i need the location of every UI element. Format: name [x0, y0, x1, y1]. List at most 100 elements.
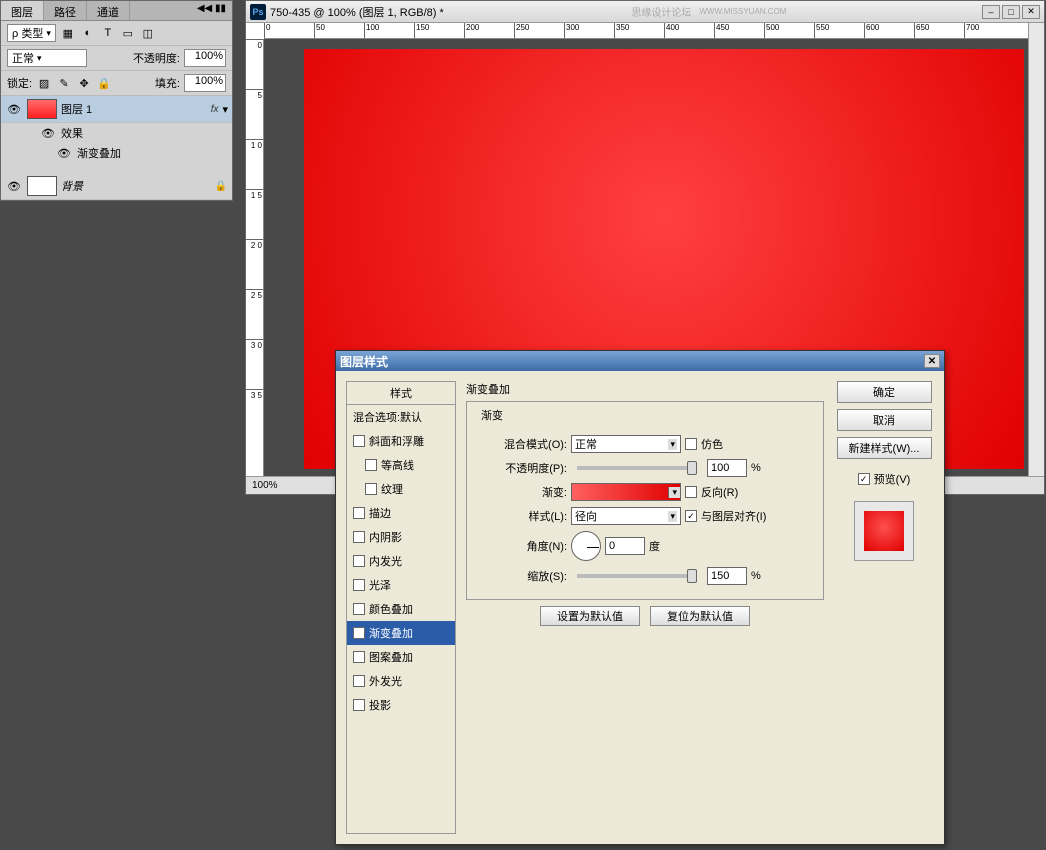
ruler-horizontal[interactable]: 0501001502002503003504004505005506006507… [264, 23, 1028, 39]
cancel-button[interactable]: 取消 [837, 409, 932, 431]
dialog-title-text: 图层样式 [340, 353, 388, 370]
style-pattern-overlay[interactable]: 图案叠加 [347, 645, 455, 669]
ruler-vertical[interactable]: 051 01 52 02 53 03 5 [246, 39, 264, 476]
checkbox[interactable] [353, 675, 365, 687]
scrollbar-vertical[interactable] [1028, 23, 1044, 476]
checkbox[interactable]: ✓ [353, 627, 365, 639]
panel-collapse-icon[interactable]: ◀◀ ▮▮ [191, 1, 232, 20]
layer-item-1[interactable]: 👁 图层 1 fx ▾ [1, 96, 232, 123]
tab-channels[interactable]: 通道 [87, 1, 130, 20]
opacity-input[interactable] [707, 459, 747, 477]
gradient-picker[interactable] [571, 483, 681, 501]
layer-name[interactable]: 背景 [61, 178, 214, 194]
style-inner-glow[interactable]: 内发光 [347, 549, 455, 573]
checkbox[interactable] [353, 603, 365, 615]
ruler-tick: 600 [864, 23, 914, 38]
style-color-overlay[interactable]: 颜色叠加 [347, 597, 455, 621]
blend-mode-dropdown[interactable]: 正常 [7, 49, 87, 67]
blend-mode-select[interactable]: 正常 [571, 435, 681, 453]
effect-name: 渐变叠加 [77, 145, 121, 161]
visibility-eye-icon[interactable]: 👁 [5, 180, 23, 193]
checkbox[interactable] [365, 483, 377, 495]
filter-image-icon[interactable]: ▦ [60, 25, 76, 41]
style-contour[interactable]: 等高线 [347, 453, 455, 477]
checkbox[interactable] [365, 459, 377, 471]
scale-input[interactable] [707, 567, 747, 585]
style-drop-shadow[interactable]: 投影 [347, 693, 455, 717]
align-label: 与图层对齐(I) [701, 508, 766, 524]
angle-input[interactable] [605, 537, 645, 555]
set-default-button[interactable]: 设置为默认值 [540, 606, 640, 626]
filter-smart-icon[interactable]: ◫ [140, 25, 156, 41]
slider-thumb[interactable] [687, 569, 697, 583]
angle-label: 角度(N): [477, 538, 567, 554]
dither-label: 仿色 [701, 436, 723, 452]
style-satin[interactable]: 光泽 [347, 573, 455, 597]
angle-dial[interactable] [571, 531, 601, 561]
lock-paint-icon[interactable]: ✎ [56, 75, 72, 91]
effects-row[interactable]: 👁 效果 [1, 123, 232, 143]
layer-thumb[interactable] [27, 99, 57, 119]
dialog-titlebar[interactable]: 图层样式 ✕ [336, 351, 944, 371]
checkbox[interactable] [353, 699, 365, 711]
visibility-eye-icon[interactable]: 👁 [5, 103, 23, 116]
kind-filter[interactable]: ρ 类型 [7, 24, 56, 42]
ruler-tick: 300 [564, 23, 614, 38]
scale-slider[interactable] [577, 574, 697, 578]
styles-header[interactable]: 样式 [347, 382, 455, 405]
visibility-eye-icon[interactable]: 👁 [57, 147, 71, 160]
ruler-tick: 3 0 [246, 339, 263, 389]
close-button[interactable]: ✕ [1022, 5, 1040, 19]
blend-options-item[interactable]: 混合选项:默认 [347, 405, 455, 429]
style-texture[interactable]: 纹理 [347, 477, 455, 501]
slider-thumb[interactable] [687, 461, 697, 475]
chevron-down-icon[interactable]: ▾ [222, 103, 228, 116]
visibility-eye-icon[interactable]: 👁 [41, 127, 55, 140]
reverse-checkbox[interactable] [685, 486, 697, 498]
style-bevel[interactable]: 斜面和浮雕 [347, 429, 455, 453]
layer-item-background[interactable]: 👁 背景 🔒 [1, 173, 232, 200]
checkbox[interactable] [353, 507, 365, 519]
ruler-tick: 2 5 [246, 289, 263, 339]
style-gradient-overlay[interactable]: ✓渐变叠加 [347, 621, 455, 645]
zoom-level[interactable]: 100% [252, 480, 278, 491]
ok-button[interactable]: 确定 [837, 381, 932, 403]
checkbox[interactable] [353, 555, 365, 567]
style-inner-shadow[interactable]: 内阴影 [347, 525, 455, 549]
fill-input[interactable]: 100% [184, 74, 226, 92]
lock-transparent-icon[interactable]: ▨ [36, 75, 52, 91]
checkbox[interactable] [353, 579, 365, 591]
checkbox[interactable] [353, 435, 365, 447]
ruler-tick: 2 0 [246, 239, 263, 289]
dither-checkbox[interactable] [685, 438, 697, 450]
maximize-button[interactable]: □ [1002, 5, 1020, 19]
lock-all-icon[interactable]: 🔒 [96, 75, 112, 91]
style-outer-glow[interactable]: 外发光 [347, 669, 455, 693]
lock-position-icon[interactable]: ✥ [76, 75, 92, 91]
close-icon[interactable]: ✕ [924, 354, 940, 368]
layer-thumb[interactable] [27, 176, 57, 196]
reset-default-button[interactable]: 复位为默认值 [650, 606, 750, 626]
tab-paths[interactable]: 路径 [44, 1, 87, 20]
effect-gradient-overlay[interactable]: 👁 渐变叠加 [1, 143, 232, 163]
percent-label: % [751, 570, 761, 582]
filter-text-icon[interactable]: T [100, 25, 116, 41]
new-style-button[interactable]: 新建样式(W)... [837, 437, 932, 459]
layer-name[interactable]: 图层 1 [61, 101, 211, 117]
checkbox[interactable] [353, 531, 365, 543]
ruler-tick: 400 [664, 23, 714, 38]
tab-layers[interactable]: 图层 [1, 1, 44, 20]
minimize-button[interactable]: – [982, 5, 1000, 19]
opacity-slider[interactable] [577, 466, 697, 470]
style-select[interactable]: 径向 [571, 507, 681, 525]
align-checkbox[interactable]: ✓ [685, 510, 697, 522]
preview-box [854, 501, 914, 561]
style-stroke[interactable]: 描边 [347, 501, 455, 525]
opacity-input[interactable]: 100% [184, 49, 226, 67]
filter-adjust-icon[interactable]: ◐ [80, 25, 96, 41]
filter-shape-icon[interactable]: ▭ [120, 25, 136, 41]
fx-indicator[interactable]: fx [211, 104, 219, 115]
ruler-tick: 5 [246, 89, 263, 139]
checkbox[interactable] [353, 651, 365, 663]
preview-checkbox[interactable]: ✓ [858, 473, 870, 485]
